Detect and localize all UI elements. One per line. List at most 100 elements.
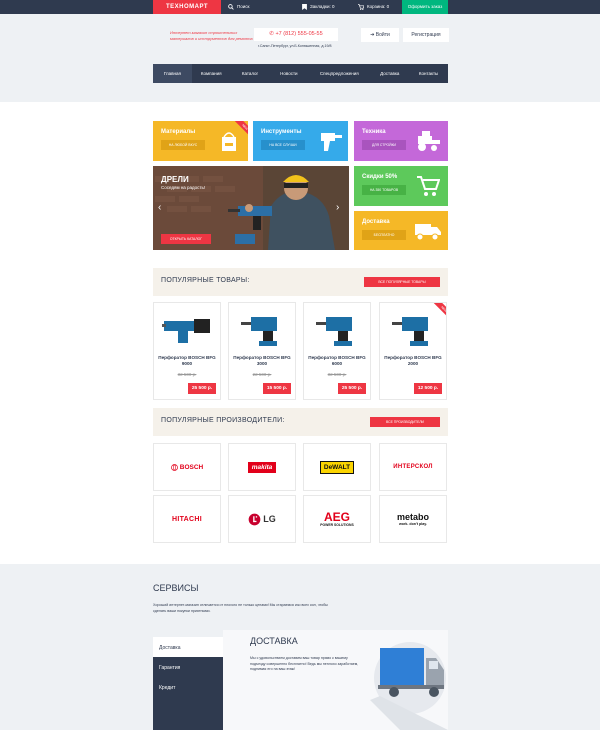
product-price-button[interactable]: 15 500 р. [263,383,291,394]
tile-delivery[interactable]: Доставка БЕСПЛАТНО [354,211,448,250]
tile-delivery-title: Доставка [362,219,390,225]
checkout-button[interactable]: Оформить заказ [402,0,448,14]
tractor-icon [418,131,440,151]
brand-interskol-label: ИНТЕРСКОЛ [393,464,433,470]
popular-products-title: ПОПУЛЯРНЫЕ ТОВАРЫ: [161,277,250,284]
product-name: Перфоратор BOSCH BFG 6000 [308,355,366,366]
brand-makita-label: makita [247,461,277,473]
phone-icon: ✆ [269,31,274,37]
tile-tools-button[interactable]: НА ВСЕ СЛУЧАИ [261,140,305,150]
nav-item-catalog[interactable]: Каталог [231,64,270,83]
lg-emblem-icon [248,513,261,525]
product-old-price: 22 500 р. [252,372,272,377]
product-image [241,317,277,346]
tile-materials-title: Материалы [161,129,196,135]
services-title: СЕРВИСЫ [153,583,199,593]
register-button[interactable]: Регистрация [403,28,449,42]
brand-aeg[interactable]: AEG POWER SOLUTIONS [303,495,371,543]
tile-machinery-button[interactable]: ДЛЯ СТРОЙКИ [362,140,406,150]
nav-item-company[interactable]: Компания [192,64,231,83]
brands-title: ПОПУЛЯРНЫЕ ПРОИЗВОДИТЕЛИ: [161,417,285,424]
nav-item-news[interactable]: Новости [269,64,308,83]
all-popular-button[interactable]: ВСЕ ПОПУЛЯРНЫЕ ТОВАРЫ [364,277,440,287]
brand-aeg-label: AEG [323,510,350,524]
product-price-button[interactable]: 25 500 р. [188,383,216,394]
brand-lg[interactable]: LG [228,495,296,543]
bookmarks-link[interactable]: Закладки: 0 [302,0,334,14]
login-button[interactable]: ➔ Войти [361,28,399,42]
main-nav: Главная Компания Каталог Новости Спецпре… [153,64,448,83]
product-image [316,317,352,346]
nav-item-offers[interactable]: Спецпредложения [308,64,370,83]
phone-box[interactable]: ✆ +7 (812) 555-05-55 [254,28,338,41]
tile-materials-button[interactable]: НА ЛЮБОЙ ВКУС [161,140,205,150]
phone-number: +7 (812) 555-05-55 [275,31,323,37]
address: г.Санкт-Петербург, ул.Б.Конюшенная, д.19… [258,44,332,48]
tile-discounts-button[interactable]: НА 350 ТОВАРОВ [362,185,406,195]
cart-link[interactable]: Корзина: 0 [358,0,389,14]
popular-products-header: ПОПУЛЯРНЫЕ ТОВАРЫ: ВСЕ ПОПУЛЯРНЫЕ ТОВАРЫ [153,268,448,296]
product-old-price: 32 500 р. [327,372,347,377]
tab-credit[interactable]: Кредит [153,677,223,699]
brand-makita[interactable]: makita [228,443,296,491]
all-brands-button[interactable]: ВСЕ ПРОИЗВОДИТЕЛИ [370,417,440,427]
tabs-filler [153,699,223,730]
paint-bucket-icon [222,132,236,151]
brand-hitachi[interactable]: HITACHI [153,495,221,543]
site-logo[interactable]: ТЕХНОМАРТ [153,0,221,14]
tile-machinery[interactable]: Техника ДЛЯ СТРОЙКИ [354,121,448,161]
brand-metabo[interactable]: metabo work. don't play. [379,495,447,543]
open-catalog-button[interactable]: ОТКРЫТЬ КАТАЛОГ [161,234,211,244]
tile-delivery-button[interactable]: БЕСПЛАТНО [362,230,406,240]
product-card[interactable]: NEW Перфоратор BOSCH BFG 2000 12 500 р. [379,302,447,400]
bosch-logo: BOSCH [170,463,204,471]
search-label: Поиск [237,4,250,9]
delivery-text: Мы с удовольствием доставим ваш товар пр… [250,656,359,671]
tile-discounts-title: Скидки 50% [362,174,398,180]
search-icon [228,4,234,10]
brand-aeg-tagline: POWER SOLUTIONS [320,523,354,527]
bookmark-icon [302,4,307,10]
brand-lg-label: LG [263,514,276,524]
nav-item-contacts[interactable]: Контакты [409,64,448,83]
product-price-button[interactable]: 25 500 р. [338,383,366,394]
lg-logo: LG [248,513,276,526]
delivery-truck-icon [370,642,448,730]
slider-prev-icon[interactable]: ‹ [158,202,161,213]
drill-icon [321,133,342,151]
brand-metabo-tagline: work. don't play. [399,521,427,526]
product-card[interactable]: Перфоратор BOSCH BFG 3000 22 500 р. 15 5… [228,302,296,400]
hero-slider[interactable]: ДРЕЛИ Соседям на радость! ОТКРЫТЬ КАТАЛО… [153,166,349,250]
cart-icon [417,176,440,196]
brand-interskol[interactable]: ИНТЕРСКОЛ [379,443,447,491]
product-name: Перфоратор BOSCH BFG 2000 [384,355,442,366]
brand-bosch-label: BOSCH [179,463,204,471]
nav-item-delivery[interactable]: Доставка [370,64,409,83]
tile-tools[interactable]: Инструменты НА ВСЕ СЛУЧАИ [253,121,348,161]
brand-dewalt-label: DeWALT [319,460,355,474]
brand-dewalt[interactable]: DeWALT [303,443,371,491]
product-card[interactable]: Перфоратор BOSCH BFG 9000 32 500 р. 25 5… [153,302,221,400]
nav-item-home[interactable]: Главная [153,64,192,83]
product-image [392,317,428,346]
tab-delivery[interactable]: Доставка [153,637,223,659]
delivery-title: ДОСТАВКА [250,636,298,646]
product-card[interactable]: Перфоратор BOSCH BFG 6000 32 500 р. 25 5… [303,302,371,400]
tile-machinery-title: Техника [362,129,386,135]
product-old-price: 32 500 р. [177,372,197,377]
bookmarks-label: Закладки: 0 [310,4,335,9]
login-label: Войти [375,32,390,38]
cart-label: Корзина: 0 [367,4,390,9]
product-image [162,319,210,343]
tile-materials[interactable]: Материалы НА ЛЮБОЙ ВКУС NEW [153,121,248,161]
product-price-button[interactable]: 12 500 р. [414,383,442,394]
brand-hitachi-label: HITACHI [172,515,202,523]
slider-subtitle: Соседям на радость! [161,185,206,190]
product-name: Перфоратор BOSCH BFG 3000 [233,355,291,366]
search-link[interactable]: Поиск [228,0,249,14]
cart-icon [358,4,364,10]
tile-discounts[interactable]: Скидки 50% НА 350 ТОВАРОВ [354,166,448,206]
slider-next-icon[interactable]: › [336,202,339,213]
tab-warranty[interactable]: Гарантия [153,657,223,679]
brand-bosch[interactable]: BOSCH [153,443,221,491]
